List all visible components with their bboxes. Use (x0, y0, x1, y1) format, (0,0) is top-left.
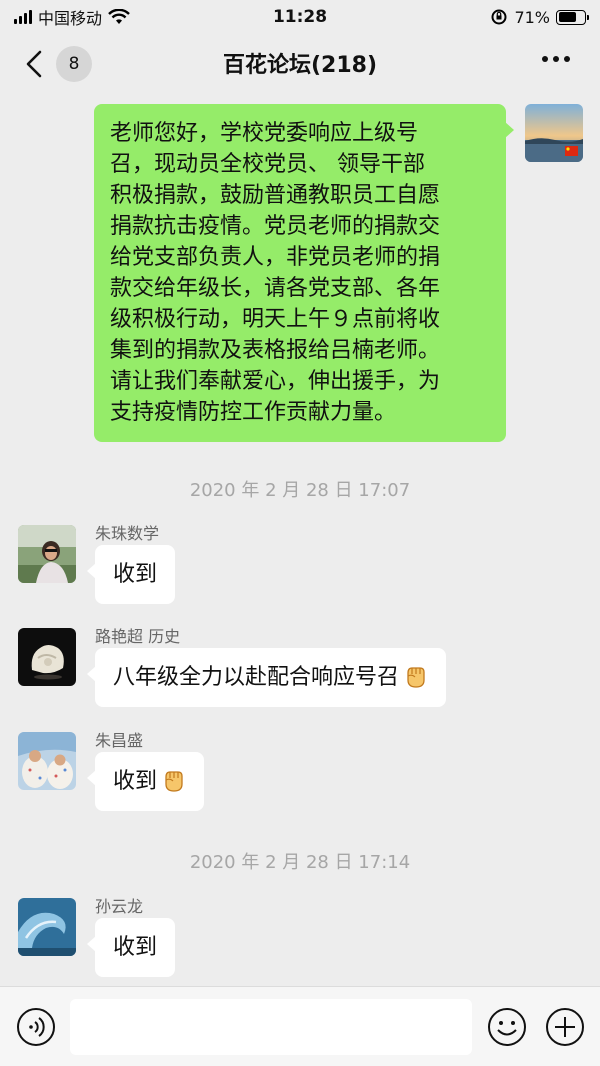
battery-fill (558, 12, 577, 22)
back-chevron-icon (26, 50, 42, 78)
nav-bar: 8 百花论坛(218) (0, 34, 600, 92)
more-icon[interactable] (542, 56, 570, 62)
avatar-sunset-image (525, 104, 583, 162)
message-input[interactable] (70, 999, 472, 1055)
voice-icon[interactable] (16, 1007, 56, 1047)
timestamp: 2020 年 2 月 28 日 17:14 (189, 852, 411, 873)
fist-emoji-icon (165, 771, 183, 792)
fist-emoji-icon (407, 667, 425, 688)
message-bubble[interactable]: 收到 (86, 752, 205, 811)
sender-name: 路艳超 历史 (95, 627, 181, 646)
my-avatar[interactable] (525, 104, 583, 162)
my-message-bubble[interactable]: 老师您好，学校党委响应上级号 召，现动员全校党员、 领导干部 积极捐款，鼓励普通… (94, 104, 514, 442)
message-text: 收到 (113, 935, 158, 960)
message-line: 积极捐款，鼓励普通教职员工自愿 (110, 183, 441, 208)
chat-title: 百花论坛(218) (222, 53, 378, 78)
message-line: 召，现动员全校党员、 领导干部 (110, 152, 425, 177)
status-left: 中国移动 (14, 5, 130, 29)
message-text: 收到 (113, 562, 158, 587)
message-bubble[interactable]: 八年级全力以赴配合响应号召 (86, 648, 447, 707)
orientation-lock-icon (491, 9, 507, 25)
message-line: 老师您好，学校党委响应上级号 (110, 121, 419, 146)
message-text: 收到 (113, 769, 158, 794)
timestamp: 2020 年 2 月 28 日 17:07 (189, 480, 411, 501)
carrier-label: 中国移动 (38, 9, 103, 28)
back-button[interactable]: 8 (22, 46, 92, 82)
plus-icon[interactable] (545, 1007, 585, 1047)
avatar[interactable] (18, 732, 76, 790)
status-right: 71% (490, 7, 589, 27)
avatar-photo-woman (18, 525, 76, 583)
input-bar (0, 986, 600, 1066)
message-text: 八年级全力以赴配合响应号召 (113, 665, 400, 690)
signal-icon (14, 10, 32, 24)
sender-name: 朱珠数学 (95, 524, 160, 543)
message-line: 集到的捐款及表格报给吕楠老师。 (110, 338, 441, 363)
message-line: 款交给年级长，请各党支部、各年 (110, 276, 441, 301)
avatar[interactable] (18, 898, 76, 956)
avatar-ocean-wave (18, 898, 76, 956)
sender-name: 朱昌盛 (95, 731, 144, 750)
wifi-icon (108, 9, 130, 24)
status-bar: 中国移动 11:28 71% (0, 0, 600, 34)
message-line: 支持疫情防控工作贡献力量。 (110, 400, 397, 425)
message-line: 捐款抗击疫情。党员老师的捐款交 (110, 214, 441, 239)
battery-icon (556, 9, 589, 25)
avatar[interactable] (18, 628, 76, 686)
emoji-icon[interactable] (487, 1007, 527, 1047)
avatar-jade-carving (18, 628, 76, 686)
message-line: 请让我们奉献爱心，伸出援手，为 (110, 369, 441, 394)
avatar[interactable] (18, 525, 76, 583)
message-line: 级积极行动，明天上午９点前将收 (110, 307, 441, 332)
avatar-kids-eggs (18, 732, 76, 790)
unread-count-badge: 8 (56, 46, 92, 82)
message-line: 给党支部负责人，非党员老师的捐 (110, 245, 441, 270)
battery-percent: 71% (514, 7, 550, 27)
message-bubble[interactable]: 收到 (86, 545, 176, 604)
message-bubble[interactable]: 收到 (86, 918, 176, 977)
sender-name: 孙云龙 (95, 897, 144, 916)
